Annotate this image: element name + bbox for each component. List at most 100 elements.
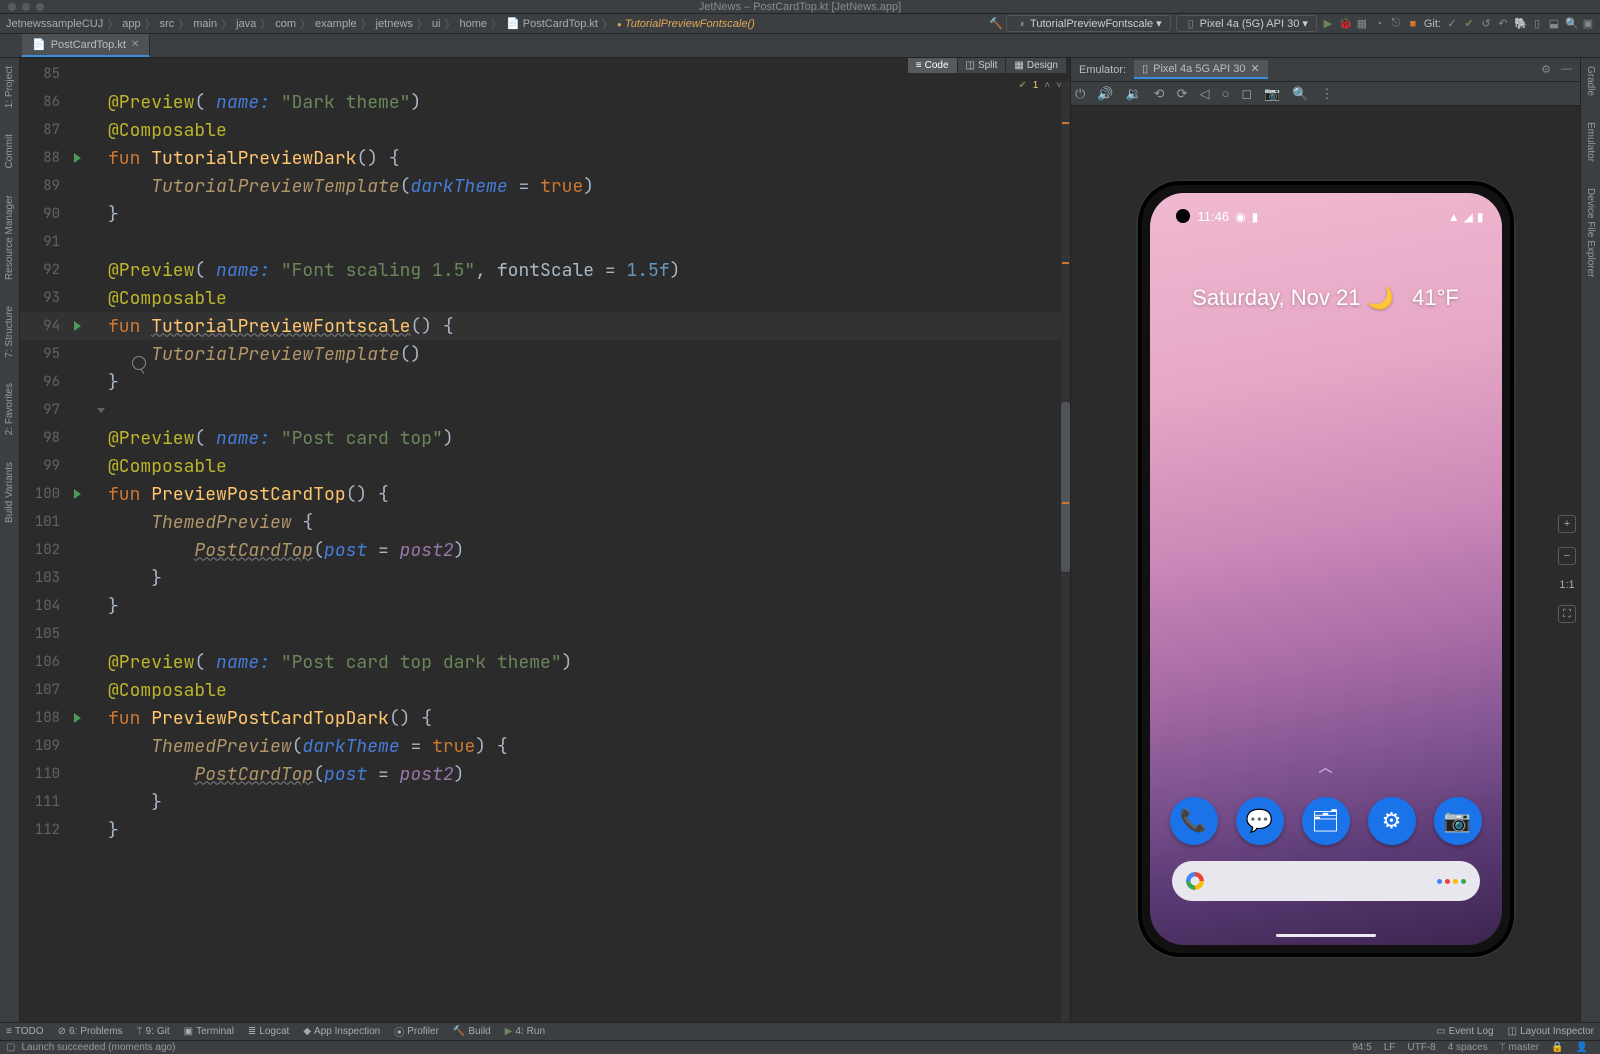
line-number[interactable]: 96 [20, 373, 72, 391]
breadcrumb-segment[interactable]: JetnewssampleCUJ [6, 18, 103, 30]
run-gutter-icon[interactable] [74, 713, 81, 723]
code-content[interactable]: } [108, 595, 1070, 618]
stop-icon[interactable]: ■ [1407, 18, 1419, 30]
line-number[interactable]: 101 [20, 513, 72, 531]
avd-icon[interactable]: ▯ [1531, 17, 1543, 30]
code-line[interactable]: 86@Preview( name: "Dark theme") [20, 88, 1070, 116]
mode-code[interactable]: ≡Code [908, 58, 957, 73]
code-line[interactable]: 103 } [20, 564, 1070, 592]
run-gutter-icon[interactable] [74, 321, 81, 331]
tab-todo[interactable]: ≡ TODO [6, 1026, 44, 1037]
code-line[interactable]: 91 [20, 228, 1070, 256]
breadcrumb-segment[interactable]: ui [432, 18, 441, 30]
caret-position[interactable]: 94:5 [1346, 1042, 1377, 1053]
line-number[interactable]: 108 [20, 709, 72, 727]
tab-logcat[interactable]: ≣ Logcat [248, 1026, 289, 1037]
git-update-icon[interactable]: ✓ [1446, 17, 1458, 30]
code-line[interactable]: 93@Composable [20, 284, 1070, 312]
code-content[interactable]: fun TutorialPreviewDark() { [108, 147, 1070, 170]
close-icon[interactable]: ✕ [1250, 62, 1259, 75]
line-number[interactable]: 87 [20, 121, 72, 139]
person-icon[interactable]: 👤 [1570, 1042, 1594, 1053]
tab-profiler[interactable]: ⦿ Profiler [394, 1024, 439, 1039]
minimize-dot[interactable] [22, 3, 30, 11]
device-screen[interactable]: 11:46 ◉ ▮ ▲ ◢ ▮ Saturday, Nov 21 🌙 [1150, 193, 1502, 945]
gesture-home-bar[interactable] [1276, 934, 1376, 937]
line-separator[interactable]: LF [1378, 1042, 1402, 1053]
minimize-icon[interactable]: — [1561, 63, 1572, 76]
code-content[interactable]: @Composable [108, 455, 1070, 478]
overview-icon[interactable]: ◻ [1241, 86, 1252, 102]
code-content[interactable]: TutorialPreviewTemplate() [108, 343, 1070, 366]
code-content[interactable]: @Preview( name: "Post card top") [108, 427, 1070, 450]
build-status-icon[interactable]: ▢ [6, 1042, 15, 1053]
code-line[interactable]: 95 TutorialPreviewTemplate() [20, 340, 1070, 368]
tool-build-variants[interactable]: Build Variants [4, 458, 15, 527]
fold-icon[interactable] [97, 408, 105, 413]
code-content[interactable]: @Preview( name: "Font scaling 1.5", font… [108, 259, 1070, 282]
code-line[interactable]: 88fun TutorialPreviewDark() { [20, 144, 1070, 172]
code-line[interactable]: 96} [20, 368, 1070, 396]
tool-gradle[interactable]: Gradle [1585, 62, 1596, 100]
code-content[interactable]: @Preview( name: "Post card top dark them… [108, 651, 1070, 674]
gutter[interactable] [72, 321, 108, 331]
line-number[interactable]: 111 [20, 793, 72, 811]
breadcrumb-segment[interactable]: com [275, 18, 296, 30]
rotate-right-icon[interactable]: ⟳ [1177, 86, 1188, 102]
code-content[interactable]: } [108, 203, 1070, 226]
breadcrumb-segment[interactable]: java [236, 18, 256, 30]
screenshot-icon[interactable]: 📷 [1264, 86, 1280, 102]
line-number[interactable]: 103 [20, 569, 72, 587]
code-content[interactable]: @Composable [108, 679, 1070, 702]
sdk-icon[interactable]: ⬓ [1548, 17, 1560, 30]
mode-split[interactable]: ◫Split [958, 58, 1006, 73]
code-line[interactable]: 87 @Composable [20, 116, 1070, 144]
line-number[interactable]: 92 [20, 261, 72, 279]
tab-postcardtop[interactable]: 📄 PostCardTop.kt ✕ [22, 34, 150, 57]
code-content[interactable]: fun PreviewPostCardTopDark() { [108, 707, 1070, 730]
line-number[interactable]: 93 [20, 289, 72, 307]
breadcrumb-segment[interactable]: src [160, 18, 175, 30]
code-line[interactable]: 109 ThemedPreview(darkTheme = true) { [20, 732, 1070, 760]
breadcrumb-segment[interactable]: jetnews [376, 18, 413, 30]
files-app-icon[interactable]: 🗂 [1302, 797, 1350, 845]
code-line[interactable]: 89 TutorialPreviewTemplate(darkTheme = t… [20, 172, 1070, 200]
code-content[interactable]: } [108, 371, 1070, 394]
rotate-left-icon[interactable]: ⟲ [1154, 86, 1165, 102]
code-line[interactable]: 107 @Composable [20, 676, 1070, 704]
gutter[interactable] [72, 713, 108, 723]
code-content[interactable]: } [108, 819, 1070, 842]
window-controls[interactable] [0, 3, 44, 11]
line-number[interactable]: 105 [20, 625, 72, 643]
zoom-dot[interactable] [36, 3, 44, 11]
code-content[interactable]: @Composable [108, 119, 1070, 142]
settings-app-icon[interactable]: ⚙ [1368, 797, 1416, 845]
close-dot[interactable] [8, 3, 16, 11]
indent-setting[interactable]: 4 spaces [1442, 1042, 1494, 1053]
coverage-icon[interactable]: ▦ [1356, 17, 1368, 30]
run-gutter-icon[interactable] [74, 153, 81, 163]
line-number[interactable]: 102 [20, 541, 72, 559]
code-line[interactable]: 105 [20, 620, 1070, 648]
tool-emulator[interactable]: Emulator [1585, 118, 1596, 166]
code-content[interactable]: fun TutorialPreviewFontscale() { [108, 315, 1070, 338]
line-number[interactable]: 91 [20, 233, 72, 251]
device-select[interactable]: ▯ Pixel 4a (5G) API 30 ▾ [1176, 15, 1317, 32]
code-content[interactable]: PostCardTop(post = post2) [108, 763, 1070, 786]
code-content[interactable]: } [108, 791, 1070, 814]
vol-up-icon[interactable]: 🔊 [1097, 86, 1113, 102]
gutter[interactable] [72, 153, 108, 163]
tab-run[interactable]: ▶ 4: Run [505, 1026, 545, 1037]
line-number[interactable]: 109 [20, 737, 72, 755]
code-line[interactable]: 111 } [20, 788, 1070, 816]
code-line[interactable]: 94fun TutorialPreviewFontscale() { [20, 312, 1070, 340]
run-icon[interactable]: ▶ [1322, 17, 1334, 30]
close-icon[interactable]: ✕ [131, 39, 139, 50]
code-line[interactable]: 92 @Preview( name: "Font scaling 1.5", fo… [20, 256, 1070, 284]
line-number[interactable]: 107 [20, 681, 72, 699]
profile-icon[interactable]: ◔ [1373, 18, 1385, 30]
breadcrumb-function[interactable]: TutorialPreviewFontscale() [617, 18, 755, 30]
breadcrumb-file[interactable]: 📄 PostCardTop.kt [506, 17, 598, 30]
phone-app-icon[interactable]: 📞 [1170, 797, 1218, 845]
code-content[interactable]: ThemedPreview(darkTheme = true) { [108, 735, 1070, 758]
